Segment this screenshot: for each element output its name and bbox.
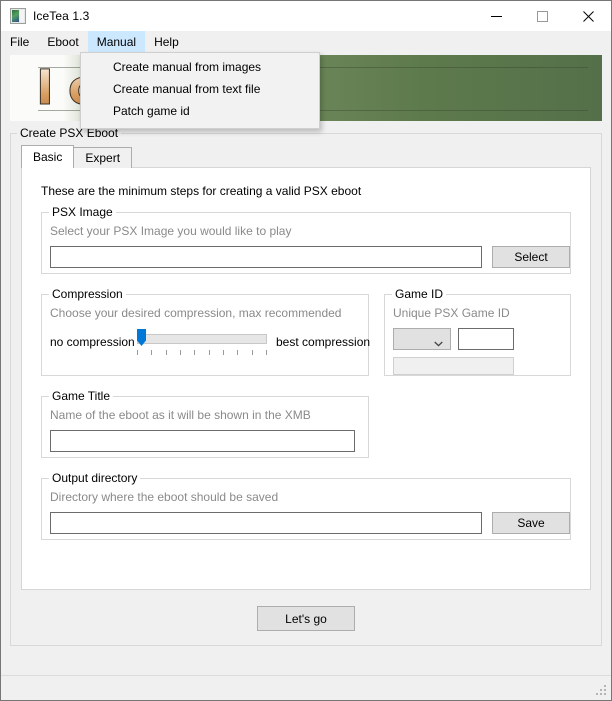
panel-intro-text: These are the minimum steps for creating… — [41, 184, 362, 198]
game-title-group-title: Game Title — [49, 389, 114, 403]
chevron-down-icon — [434, 336, 443, 347]
psx-image-hint: Select your PSX Image you would like to … — [50, 224, 292, 238]
compression-slider-track[interactable] — [137, 334, 267, 344]
tab-basic[interactable]: Basic — [21, 145, 75, 168]
compression-hint: Choose your desired compression, max rec… — [50, 306, 342, 320]
psx-image-input[interactable] — [50, 246, 482, 268]
tab-strip: Basic Expert — [21, 145, 133, 168]
menu-bar: File Eboot Manual Help — [1, 31, 611, 53]
output-directory-input[interactable] — [50, 512, 482, 534]
output-directory-group-title: Output directory — [49, 471, 141, 485]
compression-max-label: best compression — [276, 335, 371, 349]
game-title-hint: Name of the eboot as it will be shown in… — [50, 408, 311, 422]
app-image-icon — [10, 8, 26, 24]
main-content: Create PSX Eboot Basic Expert These are … — [1, 124, 611, 675]
psx-image-group: PSX Image Select your PSX Image you woul… — [41, 205, 571, 274]
psx-image-select-button[interactable]: Select — [492, 246, 570, 268]
menu-item-patch-game-id[interactable]: Patch game id — [81, 100, 319, 122]
compression-group-title: Compression — [49, 287, 126, 301]
game-title-group: Game Title Name of the eboot as it will … — [41, 389, 369, 458]
tab-expert[interactable]: Expert — [73, 147, 133, 168]
menu-file[interactable]: File — [1, 31, 38, 53]
create-psx-eboot-group: Create PSX Eboot Basic Expert These are … — [10, 126, 602, 646]
close-button[interactable] — [565, 1, 611, 31]
game-id-hint: Unique PSX Game ID — [393, 306, 510, 320]
game-id-group: Game ID Unique PSX Game ID — [384, 287, 571, 376]
window-controls — [473, 1, 611, 31]
menu-help[interactable]: Help — [145, 31, 188, 53]
output-directory-hint: Directory where the eboot should be save… — [50, 490, 279, 504]
maximize-button[interactable] — [519, 1, 565, 31]
tab-panel-basic: These are the minimum steps for creating… — [21, 167, 591, 590]
output-directory-save-button[interactable]: Save — [492, 512, 570, 534]
minimize-button[interactable] — [473, 1, 519, 31]
game-id-region-select[interactable] — [393, 328, 451, 350]
menu-item-create-manual-from-text-file[interactable]: Create manual from text file — [81, 78, 319, 100]
psx-image-group-title: PSX Image — [49, 205, 116, 219]
menu-item-create-manual-from-images[interactable]: Create manual from images — [81, 56, 319, 78]
compression-slider-ticks — [137, 350, 267, 355]
game-title-input[interactable] — [50, 430, 355, 452]
manual-menu-dropdown: Create manual from images Create manual … — [80, 52, 320, 129]
status-bar — [1, 675, 611, 700]
compression-slider[interactable] — [137, 329, 267, 357]
lets-go-button[interactable]: Let's go — [257, 606, 355, 631]
menu-eboot[interactable]: Eboot — [38, 31, 87, 53]
game-id-input[interactable] — [458, 328, 514, 350]
compression-min-label: no compression — [50, 335, 135, 349]
window-title: IceTea 1.3 — [33, 9, 90, 23]
compression-group: Compression Choose your desired compress… — [41, 287, 371, 376]
title-bar: IceTea 1.3 — [1, 1, 611, 31]
output-directory-group: Output directory Directory where the ebo… — [41, 471, 571, 540]
menu-manual[interactable]: Manual — [87, 31, 146, 53]
resize-grip[interactable] — [596, 685, 608, 697]
game-id-group-title: Game ID — [392, 287, 447, 301]
game-id-readonly-field — [393, 357, 514, 375]
